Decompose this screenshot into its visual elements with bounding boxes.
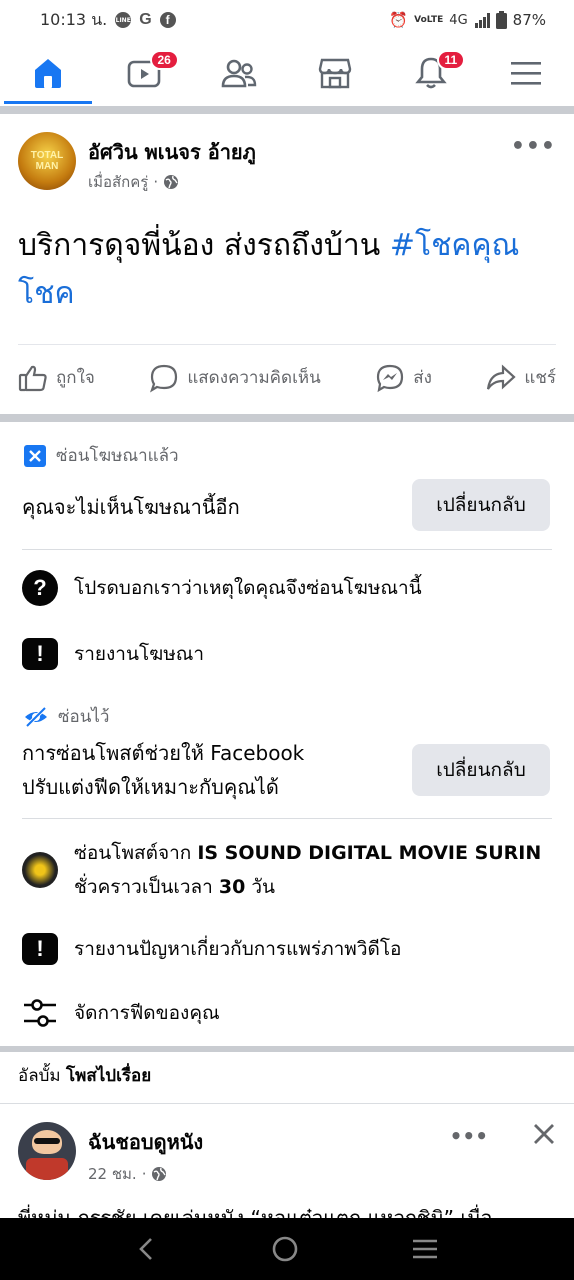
author-avatar[interactable]: TOTAL MAN xyxy=(18,132,76,190)
friends-icon xyxy=(221,59,257,88)
tab-menu[interactable] xyxy=(478,40,574,106)
album-title[interactable]: โพสไปเรื่อย xyxy=(66,1066,151,1086)
eye-slash-icon xyxy=(25,706,47,727)
thumbs-up-icon xyxy=(18,365,47,391)
like-label: ถูกใจ xyxy=(56,368,95,388)
marketplace-icon xyxy=(318,58,352,89)
post-text: บริการดุจพี่น้อง ส่งรถถึงบ้าน xyxy=(18,228,390,263)
manage-feed-row[interactable]: จัดการฟีดของคุณ xyxy=(22,997,220,1029)
divider xyxy=(22,818,552,819)
question-icon: ? xyxy=(22,570,58,606)
post2-avatar[interactable] xyxy=(18,1122,76,1180)
globe-icon xyxy=(164,175,179,189)
google-icon: G xyxy=(139,11,152,28)
snooze-page-name: IS SOUND DIGITAL MOVIE SURIN xyxy=(197,842,542,864)
close-box-icon xyxy=(24,444,46,467)
why-hide-ad-label: โปรดบอกเราว่าเหตุใดคุณจึงซ่อนโฆษณานี้ xyxy=(74,577,422,599)
home-circle-icon[interactable] xyxy=(270,1234,300,1264)
system-nav-bar xyxy=(0,1218,574,1280)
album-bar[interactable]: อัลบั้ม โพสไปเรื่อย xyxy=(18,1062,151,1089)
status-bar: 10:13 น. LINE G f ⏰ VoLTE 4G 87% xyxy=(0,0,574,40)
send-button[interactable]: ส่ง xyxy=(375,363,432,393)
tab-marketplace[interactable] xyxy=(287,40,383,106)
post-time[interactable]: เมื่อสักครู่ xyxy=(88,170,148,194)
report-ad-row[interactable]: ! รายงานโฆษณา xyxy=(22,638,204,670)
network-label: 4G xyxy=(449,12,468,28)
page-avatar xyxy=(22,852,58,888)
share-label: แชร์ xyxy=(524,368,556,388)
alarm-icon: ⏰ xyxy=(389,11,409,29)
report-ad-label: รายงานโฆษณา xyxy=(74,643,205,665)
home-icon xyxy=(34,59,61,88)
status-time: 10:13 น. xyxy=(40,9,108,29)
ad-hidden-message: คุณจะไม่เห็นโฆษณานี้อีก xyxy=(22,495,240,519)
post-options-icon[interactable]: ••• xyxy=(511,134,556,159)
snooze-duration-prefix: ชั่วคราวเป็นเวลา xyxy=(74,876,219,898)
feed-separator xyxy=(0,414,574,422)
alert-icon: ! xyxy=(22,638,58,670)
menu-icon xyxy=(511,62,542,85)
messenger-icon xyxy=(377,364,404,392)
battery-icon xyxy=(495,11,507,29)
battery-level: 87% xyxy=(512,11,546,29)
send-label: ส่ง xyxy=(413,368,432,388)
post2-close-icon[interactable] xyxy=(532,1122,556,1146)
divider xyxy=(0,1103,574,1104)
post2-time[interactable]: 22 ชม. xyxy=(88,1162,137,1186)
comment-icon xyxy=(150,364,178,392)
facebook-icon: f xyxy=(159,12,176,28)
post-hidden-text: ซ่อนไว้ xyxy=(58,707,110,727)
tab-notifications[interactable]: 11 xyxy=(383,40,479,106)
album-prefix: อัลบั้ม xyxy=(18,1066,67,1086)
snooze-unit: วัน xyxy=(245,876,276,898)
post-hidden-message-line1: การซ่อนโพสต์ช่วยให้ Facebook xyxy=(22,741,305,765)
watch-badge: 26 xyxy=(149,50,179,70)
post-undo-button[interactable]: เปลี่ยนกลับ xyxy=(412,744,550,796)
tab-watch[interactable]: 26 xyxy=(96,40,192,106)
tab-friends[interactable] xyxy=(191,40,287,106)
snooze-days: 30 xyxy=(218,876,246,898)
recents-icon[interactable] xyxy=(411,1237,439,1261)
post-meta: เมื่อสักครู่ · xyxy=(88,170,179,194)
back-icon[interactable] xyxy=(135,1235,159,1263)
notifications-badge: 11 xyxy=(436,50,466,70)
post-hidden-message-line2: ปรับแต่งฟีดให้เหมาะกับคุณได้ xyxy=(22,775,279,799)
post-hidden-message: การซ่อนโพสต์ช่วยให้ Facebook ปรับแต่งฟีด… xyxy=(22,736,304,804)
top-nav-bar: 26 11 xyxy=(0,40,574,106)
post2: ฉันชอบดูหนัง 22 ชม. · ••• พี่หม่น กรรชัย… xyxy=(18,1122,558,1230)
snooze-page-row[interactable]: ซ่อนโพสต์จาก IS SOUND DIGITAL MOVIE SURI… xyxy=(22,836,541,904)
why-hide-ad-row[interactable]: ? โปรดบอกเราว่าเหตุใดคุณจึงซ่อนโฆษณานี้ xyxy=(22,570,422,606)
report-video-label: รายงานปัญหาเกี่ยวกับการแพร่ภาพวิดีโอ xyxy=(74,938,402,960)
volte-label: VoLTE xyxy=(414,15,444,25)
manage-feed-label: จัดการฟีดของคุณ xyxy=(74,1002,220,1024)
ad-undo-button[interactable]: เปลี่ยนกลับ xyxy=(412,479,550,531)
share-button[interactable]: แชร์ xyxy=(486,364,556,392)
comment-button[interactable]: แสดงความคิดเห็น xyxy=(149,363,321,393)
post2-author[interactable]: ฉันชอบดูหนัง xyxy=(88,1126,203,1158)
share-icon xyxy=(487,364,516,390)
line-icon: LINE xyxy=(115,12,132,28)
globe-icon xyxy=(152,1167,167,1181)
ad-hidden-text: ซ่อนโฆษณาแล้ว xyxy=(56,446,179,466)
feed-separator xyxy=(0,1046,574,1052)
tab-home[interactable] xyxy=(0,40,96,106)
post-action-bar: ถูกใจ แสดงความคิดเห็น ส่ง แชร์ xyxy=(18,344,556,410)
snooze-prefix: ซ่อนโพสต์จาก xyxy=(74,842,198,864)
divider xyxy=(22,549,552,550)
avatar-logo-text: TOTAL MAN xyxy=(30,150,64,172)
author-name[interactable]: อัศวิน พเนจร อ้ายภู xyxy=(88,136,256,168)
like-button[interactable]: ถูกใจ xyxy=(18,364,95,392)
report-video-row[interactable]: ! รายงานปัญหาเกี่ยวกับการแพร่ภาพวิดีโอ xyxy=(22,933,401,965)
post2-meta: 22 ชม. · xyxy=(88,1162,167,1186)
alert-icon: ! xyxy=(22,933,58,965)
post-body: บริการดุจพี่น้อง ส่งรถถึงบ้าน #โชคคุณโชค xyxy=(18,222,558,318)
feed-separator xyxy=(0,106,574,114)
signal-icon xyxy=(474,13,490,28)
ad-hidden-label: ซ่อนโฆษณาแล้ว xyxy=(24,442,179,469)
post-header: TOTAL MAN อัศวิน พเนจร อ้ายภู เมื่อสักคร… xyxy=(18,132,558,192)
comment-label: แสดงความคิดเห็น xyxy=(187,368,321,388)
post2-options-icon[interactable]: ••• xyxy=(450,1124,488,1148)
post-hidden-label: ซ่อนไว้ xyxy=(24,703,109,730)
sliders-icon xyxy=(24,999,56,1027)
